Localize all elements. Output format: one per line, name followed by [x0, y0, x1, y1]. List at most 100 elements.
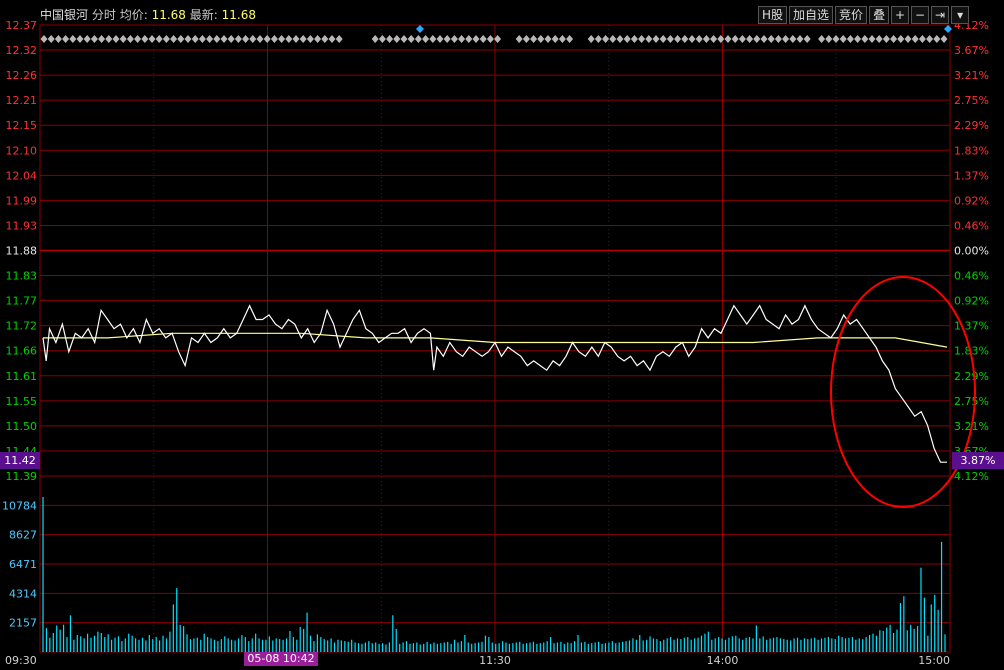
event-marker: [162, 35, 170, 43]
event-marker: [638, 35, 646, 43]
event-marker: [227, 35, 235, 43]
price-tick-label: 12.21: [6, 94, 38, 107]
price-tick-label: 11.72: [6, 320, 38, 333]
event-marker: [105, 35, 113, 43]
minus-icon[interactable]: −: [911, 6, 930, 24]
event-marker: [839, 35, 847, 43]
pct-tick-label: 0.92%: [954, 295, 989, 308]
pct-tick-label: 1.37%: [954, 169, 989, 182]
plus-icon[interactable]: +: [891, 6, 910, 24]
price-tick-label: 11.77: [6, 295, 38, 308]
pct-tick-label: 3.67%: [954, 44, 989, 57]
cursor-price-badge: 11.42: [0, 452, 40, 469]
event-marker: [62, 35, 70, 43]
event-marker: [854, 35, 862, 43]
end-icon[interactable]: ⇥: [931, 6, 950, 24]
price-tick-label: 12.26: [6, 69, 38, 82]
price-tick-label: 11.93: [6, 219, 38, 232]
event-marker: [450, 35, 458, 43]
event-marker: [897, 35, 905, 43]
price-tick-label: 12.15: [6, 119, 38, 132]
event-marker: [918, 35, 926, 43]
volume-tick-label: 6471: [9, 558, 37, 571]
event-marker: [112, 35, 120, 43]
event-marker: [551, 35, 559, 43]
add-watch-button[interactable]: 加自选: [789, 6, 834, 24]
event-marker: [400, 35, 408, 43]
cursor-pct-badge: 3.87%: [952, 452, 1004, 469]
event-marker: [544, 35, 552, 43]
event-marker: [566, 35, 574, 43]
event-marker: [299, 35, 307, 43]
event-marker: [882, 35, 890, 43]
last-label: 最新:: [189, 8, 218, 22]
event-marker: [213, 35, 221, 43]
pct-tick-label: 1.83%: [954, 144, 989, 157]
event-marker: [695, 35, 703, 43]
event-marker: [306, 35, 314, 43]
event-marker: [652, 35, 660, 43]
event-marker: [911, 35, 919, 43]
event-marker: [926, 35, 934, 43]
event-marker: [796, 35, 804, 43]
event-marker: [623, 35, 631, 43]
event-marker: [746, 35, 754, 43]
event-marker: [90, 35, 98, 43]
event-marker: [278, 35, 286, 43]
price-axis: 12.37 12.32 12.26 12.21 12.15 12.10 12.04 11.99…: [6, 19, 38, 483]
volume-tick-label: 4314: [9, 587, 37, 600]
pct-tick-label: 2.75%: [954, 395, 989, 408]
price-tick-label: 11.39: [6, 470, 38, 483]
event-marker: [674, 35, 682, 43]
price-tick-label: 12.37: [6, 19, 38, 32]
event-marker: [861, 35, 869, 43]
auction-button[interactable]: 竞价: [835, 6, 868, 24]
event-marker: [868, 35, 876, 43]
event-marker: [479, 35, 487, 43]
event-marker: [645, 35, 653, 43]
price-tick-label: 11.55: [6, 395, 38, 408]
event-marker: [378, 35, 386, 43]
event-marker: [940, 35, 948, 43]
event-marker: [249, 35, 257, 43]
intraday-chart[interactable]: 12.37 12.32 12.26 12.21 12.15 12.10 12.04 11.99…: [0, 0, 1004, 667]
quote-header: 中国银河 分时 均价: 11.68 最新: 11.68: [40, 6, 256, 23]
event-marker: [458, 35, 466, 43]
price-tick-label: 11.66: [6, 345, 38, 358]
price-tick-label: 12.04: [6, 169, 38, 182]
event-marker: [609, 35, 617, 43]
event-marker-active: [944, 25, 952, 33]
event-marker: [119, 35, 127, 43]
event-marker: [832, 35, 840, 43]
event-marker: [537, 35, 545, 43]
event-marker: [155, 35, 163, 43]
chart-svg[interactable]: 12.37 12.32 12.26 12.21 12.15 12.10 12.04 11.99…: [0, 0, 1004, 667]
event-marker: [443, 35, 451, 43]
event-marker: [710, 35, 718, 43]
event-marker: [803, 35, 811, 43]
event-marker: [126, 35, 134, 43]
pct-tick-label: 3.21%: [954, 69, 989, 82]
event-marker: [789, 35, 797, 43]
event-marker: [594, 35, 602, 43]
event-marker: [386, 35, 394, 43]
h-share-button[interactable]: H股: [758, 6, 788, 24]
event-marker: [76, 35, 84, 43]
volume-tick-label: 10784: [2, 499, 37, 512]
price-tick-label: 12.10: [6, 144, 38, 157]
chart-toolbar: H股 加自选 竞价 叠 + − ⇥ ▾: [758, 6, 970, 24]
pct-tick-label: 2.29%: [954, 119, 989, 132]
chevron-down-icon[interactable]: ▾: [951, 6, 970, 24]
event-marker: [206, 35, 214, 43]
chart-mode: 分时: [91, 8, 116, 22]
pct-tick-label: 2.29%: [954, 370, 989, 383]
event-marker: [666, 35, 674, 43]
event-marker: [321, 35, 329, 43]
volume-tick-label: 2157: [9, 617, 37, 630]
event-marker: [818, 35, 826, 43]
overlay-button[interactable]: 叠: [869, 6, 890, 24]
event-marker: [782, 35, 790, 43]
event-marker: [465, 35, 473, 43]
event-marker: [263, 35, 271, 43]
event-marker: [335, 35, 343, 43]
